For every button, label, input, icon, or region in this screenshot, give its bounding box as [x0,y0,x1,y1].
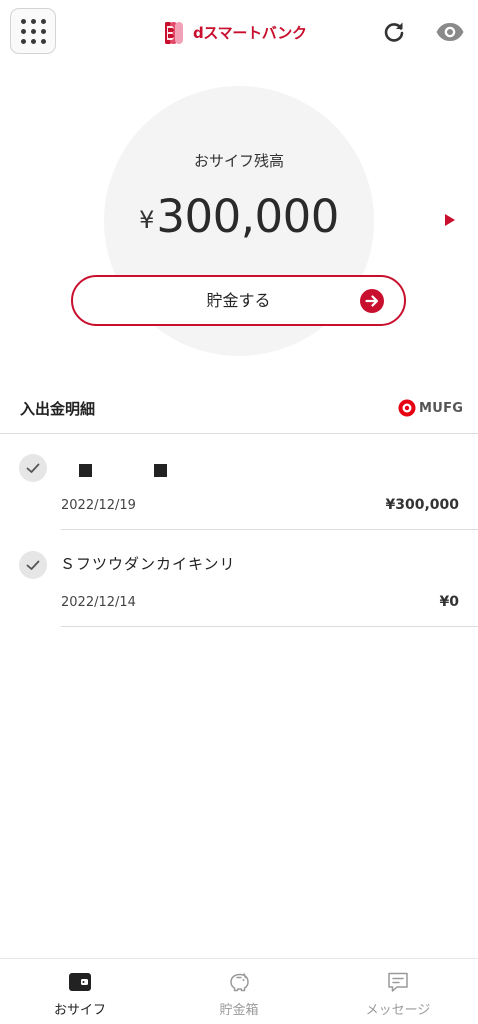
transaction-row[interactable]: Ｓフツウダンカイキンリ 2022/12/14 ¥0 [0,531,478,627]
check-icon [19,551,47,579]
bank-logo-text: MUFG [419,400,464,416]
piggy-bank-icon [230,973,249,992]
bottom-nav: おサイフ 貯金箱 メッセージ [0,958,478,1024]
arrow-right-circle-icon [360,289,384,313]
redaction-block [79,464,92,477]
wallet-icon [69,973,91,991]
nav-label-wallet: おサイフ [53,1003,106,1018]
nav-label-piggy-bank: 貯金箱 [219,1003,259,1018]
transaction-amount: ¥300,000 [385,497,459,513]
nav-item-messages[interactable]: メッセージ [318,959,478,1024]
save-button-label: 貯金する [206,291,271,310]
eye-icon[interactable] [435,20,465,44]
nav-label-messages: メッセージ [365,1003,431,1018]
save-button[interactable]: 貯金する [71,275,406,326]
transaction-row[interactable]: 2022/12/19 ¥300,000 [0,434,478,530]
currency-symbol: ¥ [139,206,155,234]
balance-amount: ¥300,000 [0,190,478,243]
nav-item-wallet[interactable]: おサイフ [0,959,160,1024]
grid-menu-icon [20,18,26,24]
balance-label: おサイフ残高 [193,152,284,170]
redaction-block [154,464,167,477]
grid-menu-button[interactable] [10,8,56,54]
bank-logo: MUFG [398,399,463,417]
app-screen: dスマートバンク おサイフ残高 ¥300,000 貯金する 入出金明細 MUFG [0,0,478,1024]
transaction-date: 2022/12/19 [61,498,136,513]
transaction-amount: ¥0 [439,594,459,610]
mufg-logo-icon [398,399,416,417]
next-arrow-icon[interactable] [444,213,456,227]
refresh-icon[interactable] [381,19,407,45]
row-divider [61,529,478,530]
transaction-name [60,462,167,480]
transaction-date: 2022/12/14 [61,595,136,610]
nav-item-piggy-bank[interactable]: 貯金箱 [159,959,319,1024]
transaction-name: Ｓフツウダンカイキンリ [60,555,236,573]
app-logo-text: dスマートバンク [193,24,307,42]
transactions-title: 入出金明細 [20,400,96,418]
logo-mark-icon [165,22,183,44]
balance-value: 300,000 [156,190,339,243]
check-icon [19,454,47,482]
row-divider [61,626,478,627]
app-logo: dスマートバンク [165,21,307,45]
message-icon [388,972,408,992]
